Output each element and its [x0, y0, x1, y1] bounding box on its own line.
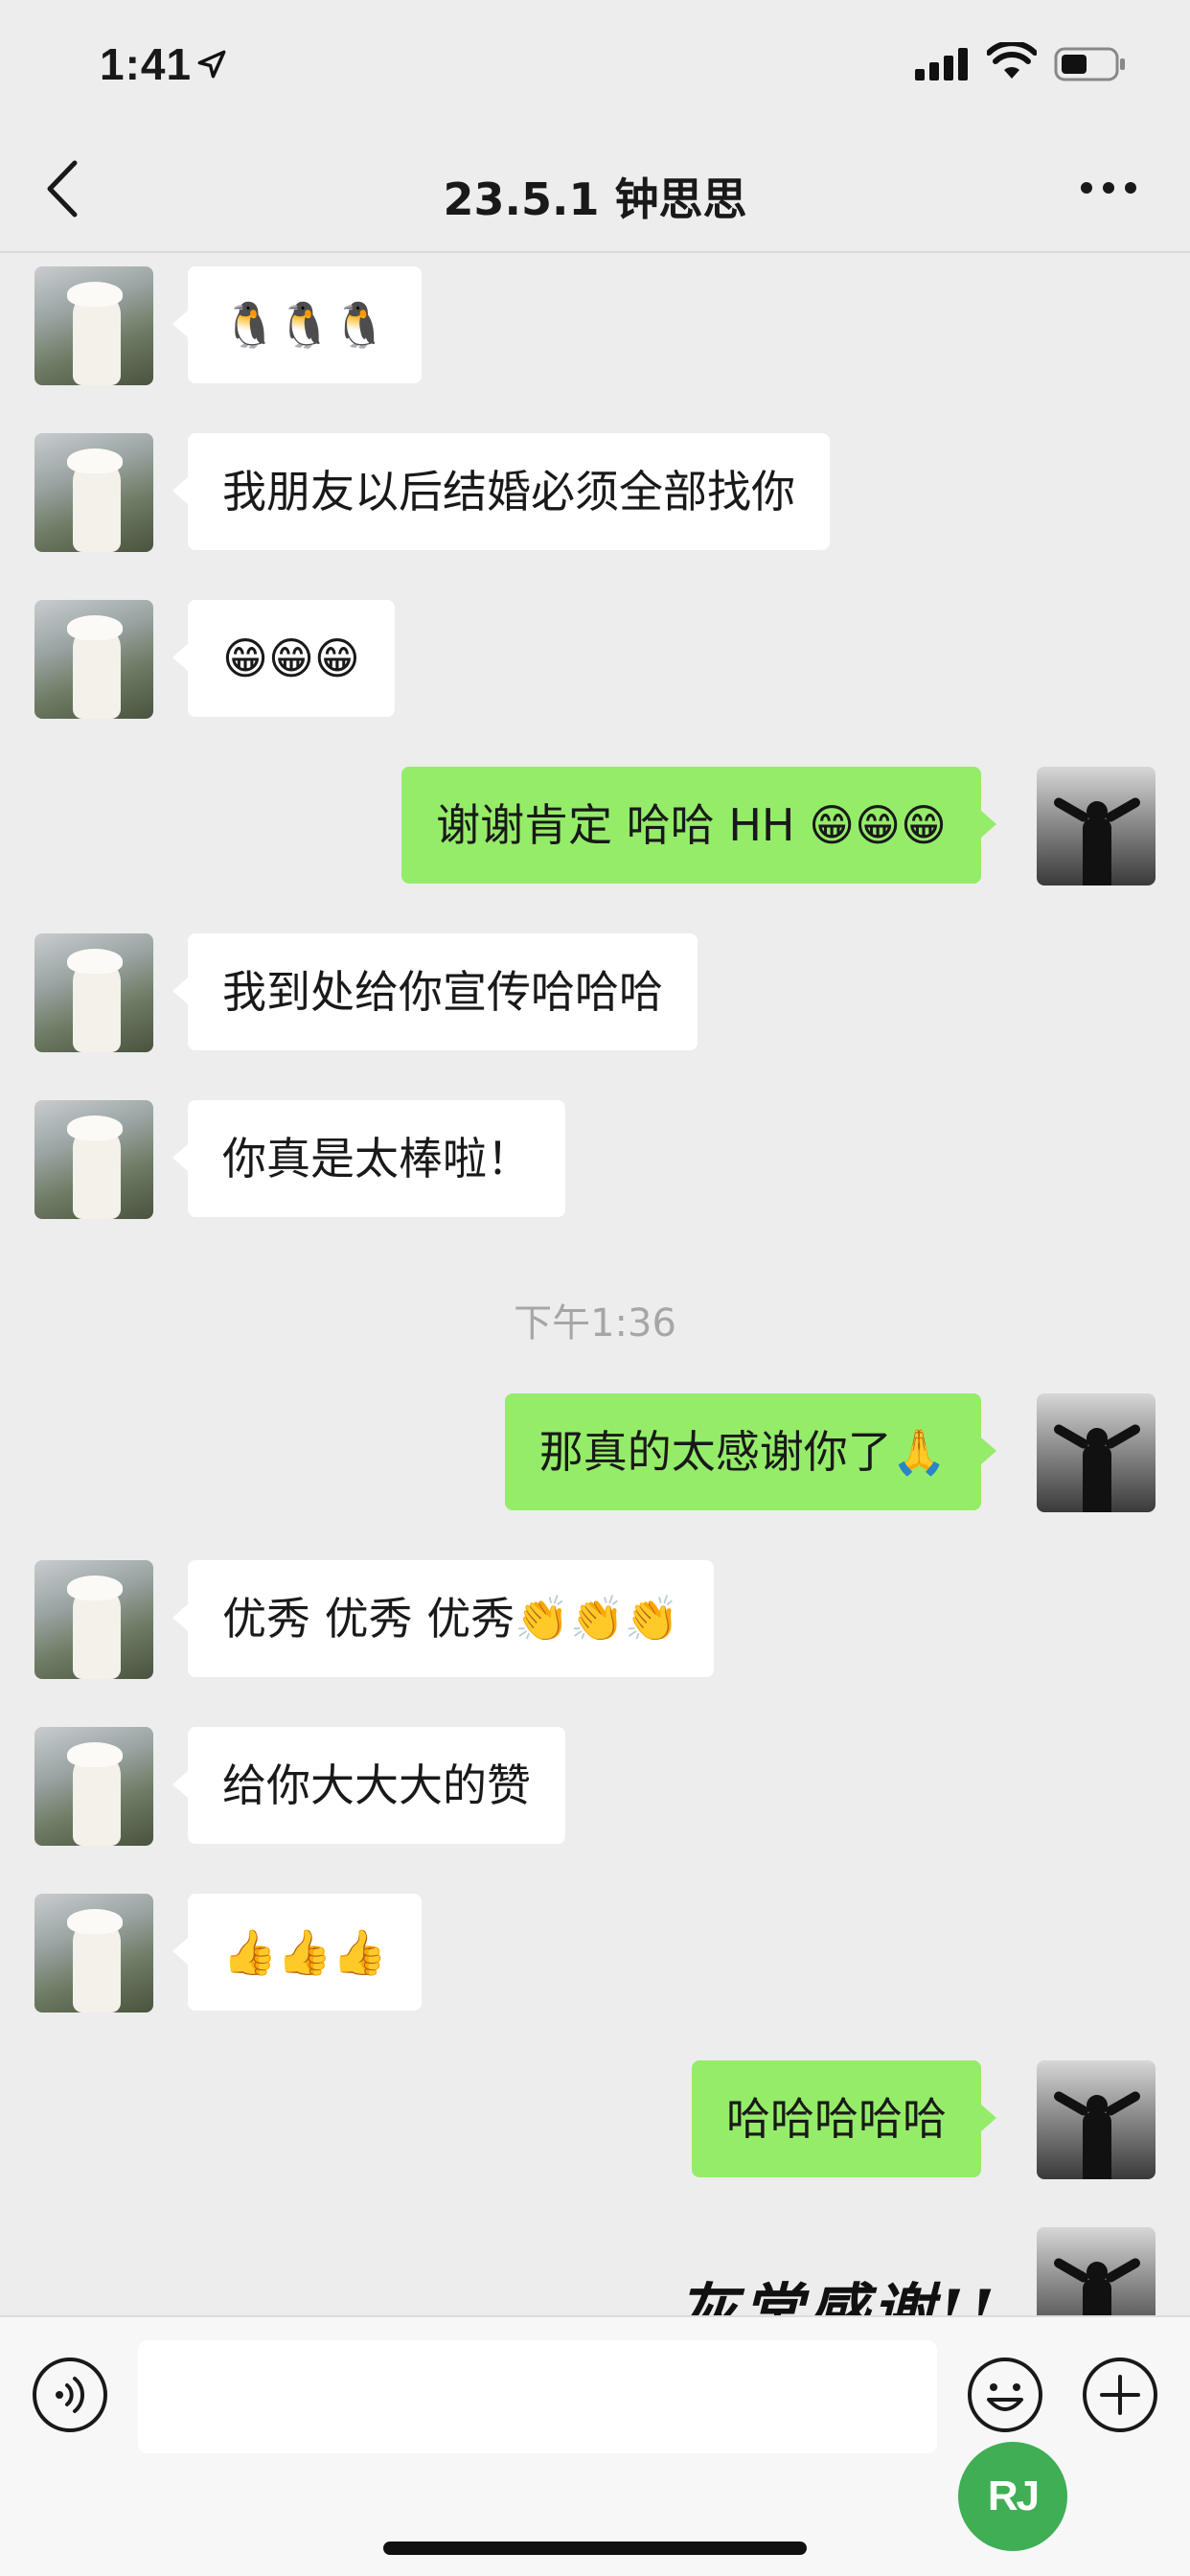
self-avatar[interactable] — [1037, 2060, 1156, 2179]
voice-icon[interactable] — [31, 2356, 109, 2434]
input-bar: RJ — [0, 2315, 1190, 2576]
status-time: 1:41 — [100, 39, 193, 89]
message-timestamp: 下午1:36 — [514, 1301, 676, 1346]
message-bubble[interactable]: 给你大大大的赞 — [172, 1727, 565, 1844]
message-row: 你真是太棒啦！ — [0, 1087, 1190, 1219]
contact-avatar[interactable] — [34, 433, 153, 552]
contact-avatar[interactable] — [34, 1560, 153, 1679]
message-row: 哈哈哈哈哈 — [0, 2047, 1190, 2179]
message-row: 那真的太感谢你了🙏 — [0, 1380, 1190, 1512]
message-row: 😁😁😁 — [0, 586, 1190, 719]
self-avatar[interactable] — [1037, 767, 1156, 886]
home-indicator[interactable] — [383, 2542, 807, 2555]
message-row: 我朋友以后结婚必须全部找你 — [0, 420, 1190, 552]
message-bubble[interactable]: 👍👍👍 — [172, 1894, 422, 2011]
message-row: 我到处给你宣传哈哈哈 — [0, 920, 1190, 1052]
message-bubble[interactable]: 哈哈哈哈哈 — [692, 2060, 996, 2177]
contact-avatar[interactable] — [34, 600, 153, 719]
message-row: 灰常感谢!! — [0, 2214, 1190, 2315]
message-row: 谢谢肯定 哈哈 HH 😁😁😁 — [0, 753, 1190, 886]
message-bubble[interactable]: 我到处给你宣传哈哈哈 — [172, 933, 698, 1050]
message-bubble[interactable]: 那真的太感谢你了🙏 — [504, 1393, 997, 1510]
message-row: 给你大大大的赞 — [0, 1714, 1190, 1846]
contact-avatar[interactable] — [34, 933, 153, 1052]
message-bubble[interactable]: 优秀 优秀 优秀👏👏👏 — [172, 1560, 715, 1677]
contact-avatar[interactable] — [34, 1894, 153, 2012]
contact-avatar[interactable] — [34, 1727, 153, 1846]
emoji-icon[interactable] — [966, 2356, 1044, 2434]
message-row: 👍👍👍 — [0, 1880, 1190, 2012]
sticker-message[interactable]: 灰常感谢!! — [676, 2264, 998, 2315]
wifi-icon — [987, 42, 1037, 79]
message-bubble[interactable]: 🐧🐧🐧 — [172, 266, 422, 383]
watermark-logo: RJ — [958, 2442, 1067, 2551]
message-bubble[interactable]: 你真是太棒啦！ — [172, 1100, 565, 1217]
plus-icon[interactable] — [1081, 2356, 1159, 2434]
self-avatar[interactable] — [1037, 2227, 1156, 2315]
cellular-signal-icon — [915, 48, 968, 80]
chat-title: 23.5.1 钟思思 — [443, 173, 747, 225]
message-row: 优秀 优秀 优秀👏👏👏 — [0, 1547, 1190, 1679]
chat-area[interactable]: 🐧🐧🐧 我朋友以后结婚必须全部找你 😁😁😁 谢谢肯定 哈哈 HH 😁😁😁 我到处… — [0, 253, 1190, 2315]
message-bubble[interactable]: 谢谢肯定 哈哈 HH 😁😁😁 — [401, 767, 996, 884]
more-dots-icon[interactable] — [1079, 178, 1138, 197]
contact-avatar[interactable] — [34, 1100, 153, 1219]
battery-icon — [1054, 47, 1125, 81]
contact-avatar[interactable] — [34, 266, 153, 385]
location-arrow-icon — [197, 50, 226, 79]
message-input[interactable] — [138, 2340, 937, 2453]
nav-bar: 23.5.1 钟思思 — [0, 128, 1190, 253]
self-avatar[interactable] — [1037, 1393, 1156, 1512]
message-bubble[interactable]: 😁😁😁 — [172, 600, 395, 717]
message-row: 🐧🐧🐧 — [0, 253, 1190, 385]
status-bar: 1:41 — [0, 0, 1190, 128]
message-bubble[interactable]: 我朋友以后结婚必须全部找你 — [172, 433, 830, 550]
